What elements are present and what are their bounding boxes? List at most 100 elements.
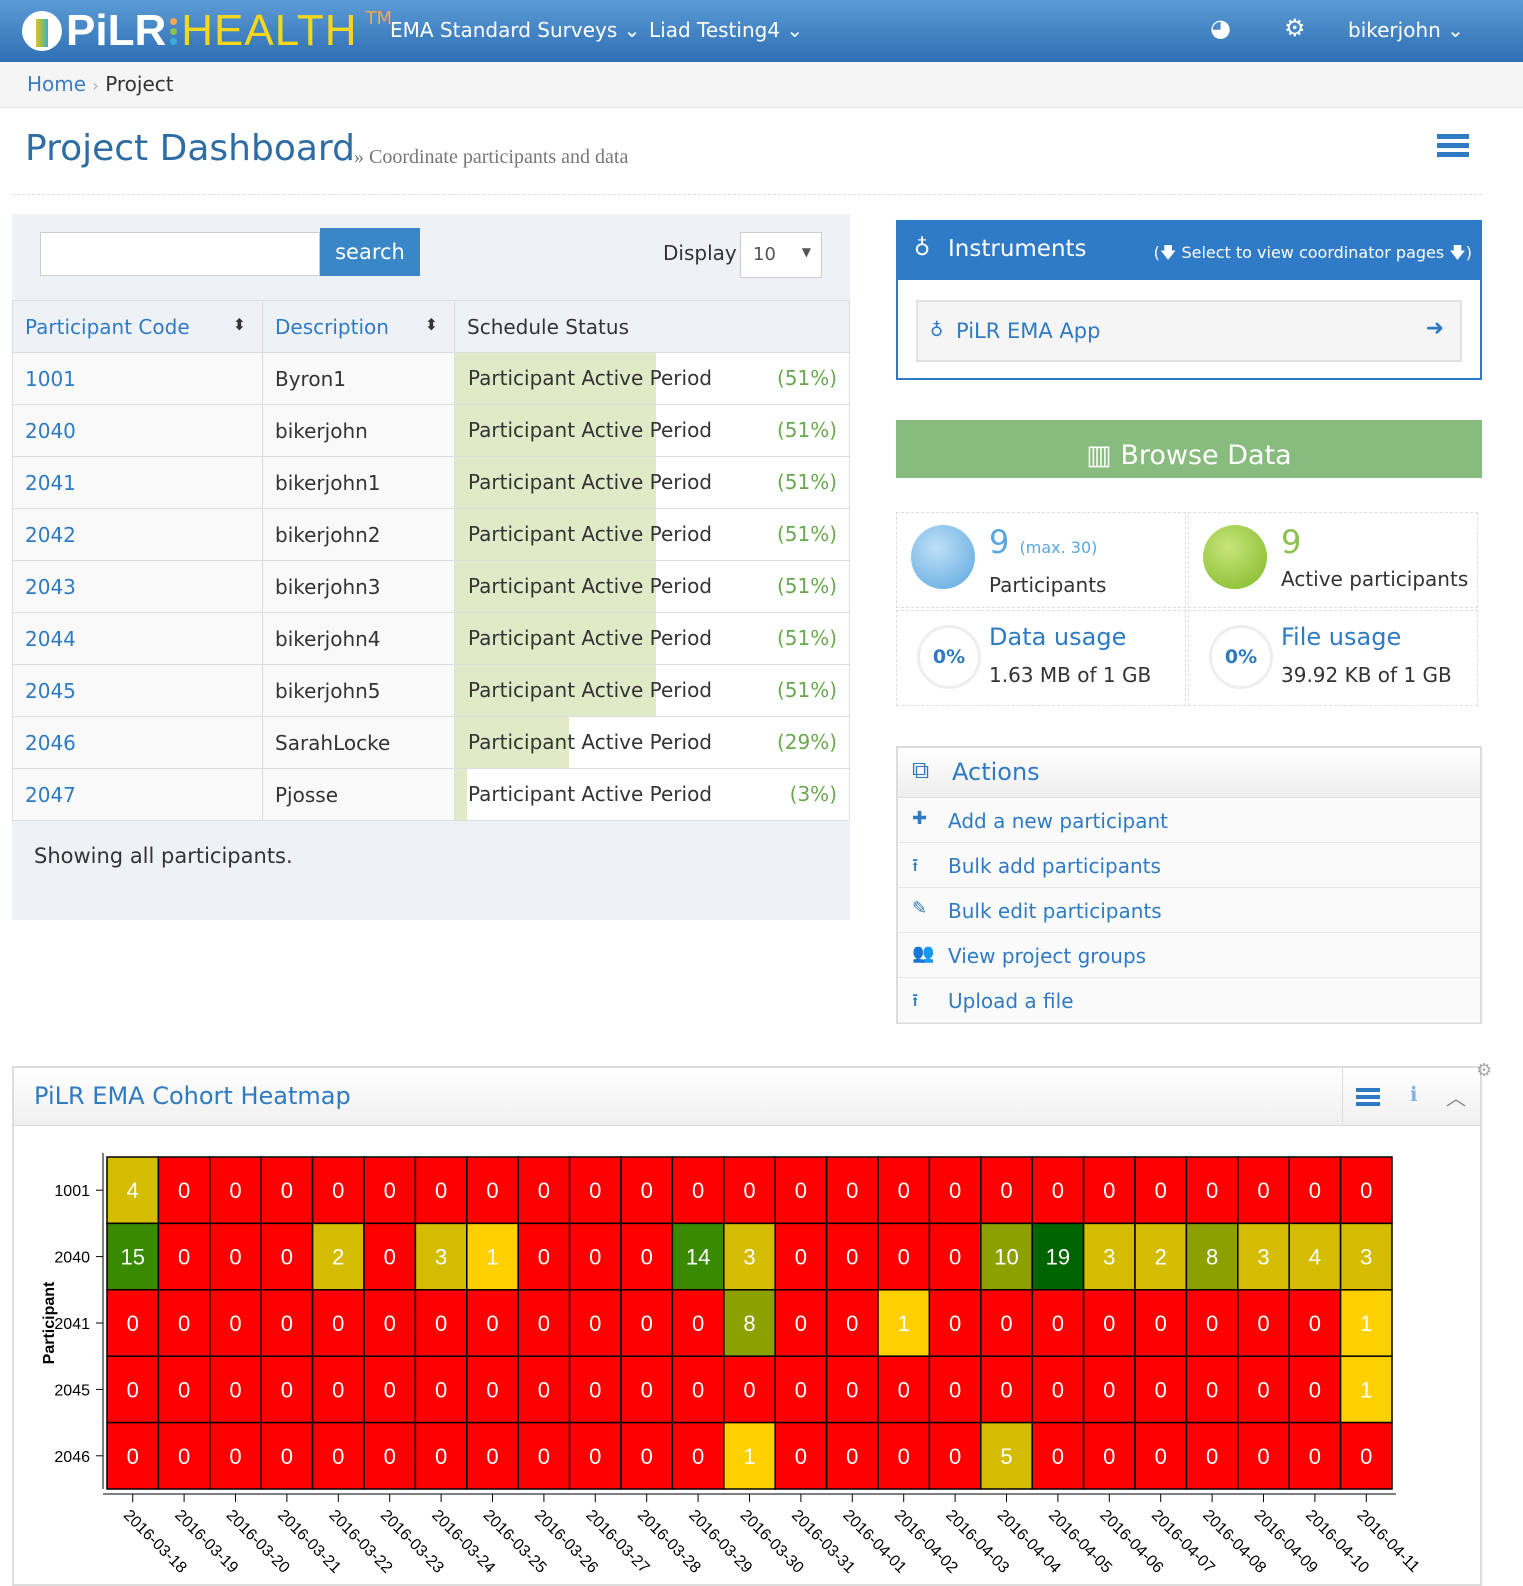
browse-data-button[interactable]: ▥ Browse Data: [896, 420, 1482, 478]
heatmap-cell-label: 0: [1103, 1377, 1115, 1402]
status-text: Participant Active Period: [468, 730, 713, 754]
heatmap-cell-label: 0: [949, 1377, 961, 1402]
participant-code[interactable]: 2041: [12, 456, 263, 509]
progress-bar: [455, 769, 467, 820]
table-row[interactable]: 1001 Byron1 Participant Active Period (51…: [12, 352, 850, 405]
heatmap-cell-label: 0: [641, 1311, 653, 1336]
participants-max: (max. 30): [1019, 538, 1098, 557]
participant-code[interactable]: 2044: [12, 612, 263, 665]
participants-label: Participants: [989, 573, 1107, 597]
heatmap-cell-label: 0: [1052, 1444, 1064, 1469]
header-participant-code[interactable]: Participant Code ⬍: [12, 300, 263, 353]
stethoscope-icon: ♁: [930, 320, 944, 341]
participant-code[interactable]: 2047: [12, 768, 263, 821]
search-input[interactable]: [40, 232, 320, 276]
schedule-status: Participant Active Period (51%): [454, 612, 850, 665]
instruments-panel: ♁ Instruments (🡇 Select to view coordina…: [896, 220, 1482, 380]
instrument-pilr-ema-app[interactable]: ♁ PiLR EMA App ➜: [916, 300, 1462, 362]
caret-down-icon: ▼: [801, 245, 811, 259]
table-row[interactable]: 2041 bikerjohn1 Participant Active Perio…: [12, 456, 850, 509]
heatmap-cell-label: 0: [486, 1311, 498, 1336]
heatmap-cell-label: 3: [1257, 1245, 1269, 1270]
breadcrumb-home[interactable]: Home: [27, 72, 86, 96]
heatmap-cell-label: 0: [743, 1377, 755, 1402]
status-percent: (51%): [776, 470, 837, 494]
action-label: Bulk add participants: [948, 854, 1161, 878]
heatmap-cell-label: 0: [1155, 1377, 1167, 1402]
heatmap-cell-label: 0: [795, 1245, 807, 1270]
list-menu-icon[interactable]: [1437, 134, 1469, 160]
heatmap-cell-label: 0: [1309, 1444, 1321, 1469]
page-title: Project Dashboard: [25, 128, 355, 169]
action-item[interactable]: 👥 View project groups: [898, 933, 1480, 978]
heatmap-cell-label: 0: [435, 1178, 447, 1203]
status-percent: (51%): [776, 366, 837, 390]
status-percent: (51%): [776, 418, 837, 442]
table-row[interactable]: 2043 bikerjohn3 Participant Active Perio…: [12, 560, 850, 613]
heatmap-cell-label: 0: [846, 1178, 858, 1203]
heatmap-panel: PiLR EMA Cohort Heatmap ℹ ︿ 4 0 0 0 0 0 0 0 0 0 0 0…: [12, 1066, 1482, 1586]
table-row[interactable]: 2045 bikerjohn5 Participant Active Perio…: [12, 664, 850, 717]
chevron-up-icon[interactable]: ︿: [1446, 1082, 1466, 1111]
heatmap-cell-label: 0: [692, 1377, 704, 1402]
dashboard-icon[interactable]: ◕: [1210, 14, 1231, 42]
top-nav: PiLR HEALTH TM EMA Standard Surveys ⌄ Li…: [0, 0, 1523, 62]
status-percent: (51%): [776, 574, 837, 598]
heatmap-cell-label: 0: [384, 1444, 396, 1469]
heatmap-cell-label: 0: [332, 1178, 344, 1203]
heatmap-cell-label: 0: [641, 1178, 653, 1203]
heatmap-cell-label: 0: [898, 1178, 910, 1203]
heatmap-cell-label: 0: [1206, 1377, 1218, 1402]
gear-icon[interactable]: ⚙: [1476, 1060, 1492, 1081]
pilr-health-logo[interactable]: PiLR HEALTH TM: [22, 6, 392, 55]
heatmap-cell-label: 0: [1000, 1377, 1012, 1402]
user-name: bikerjohn: [1348, 18, 1441, 42]
participant-code[interactable]: 1001: [12, 352, 263, 405]
display-label: Display: [663, 241, 737, 265]
action-item[interactable]: ✎ Bulk edit participants: [898, 888, 1480, 933]
participant-code[interactable]: 2040: [12, 404, 263, 457]
heatmap-cell-label: 8: [1206, 1245, 1218, 1270]
status-text: Participant Active Period: [468, 470, 713, 494]
heatmap-cell-label: 0: [949, 1245, 961, 1270]
action-item[interactable]: ⭱ Upload a file: [898, 978, 1480, 1023]
action-item[interactable]: ⭱ Bulk add participants: [898, 843, 1480, 888]
participant-code[interactable]: 2043: [12, 560, 263, 613]
status-percent: (51%): [776, 626, 837, 650]
data-usage-gauge: 0%: [917, 625, 981, 689]
participant-code[interactable]: 2046: [12, 716, 263, 769]
participant-description: Pjosse: [262, 768, 455, 821]
heatmap-cell-label: 0: [1103, 1178, 1115, 1203]
table-row[interactable]: 2042 bikerjohn2 Participant Active Perio…: [12, 508, 850, 561]
user-menu[interactable]: bikerjohn ⌄: [1348, 18, 1464, 42]
list-menu-icon[interactable]: [1356, 1088, 1380, 1106]
table-row[interactable]: 2047 Pjosse Participant Active Period (3%…: [12, 768, 850, 821]
heatmap-cell-label: 0: [1052, 1377, 1064, 1402]
menu-label: Liad Testing4: [649, 18, 781, 42]
table-row[interactable]: 2040 bikerjohn Participant Active Period…: [12, 404, 850, 457]
heatmap-cell-label: 3: [1103, 1245, 1115, 1270]
action-item[interactable]: ✚ Add a new participant: [898, 798, 1480, 843]
status-text: Participant Active Period: [468, 574, 713, 598]
heatmap-cell-label: 0: [795, 1178, 807, 1203]
participant-code[interactable]: 2042: [12, 508, 263, 561]
display-select[interactable]: 10 ▼: [740, 232, 822, 278]
search-button[interactable]: search: [320, 228, 420, 276]
cogs-icon[interactable]: ⚙: [1284, 14, 1306, 42]
heatmap-cell-label: 5: [1000, 1444, 1012, 1469]
users-icon: [911, 525, 975, 589]
participant-code[interactable]: 2045: [12, 664, 263, 717]
heatmap-cell-label: 0: [1155, 1178, 1167, 1203]
info-icon[interactable]: ℹ: [1410, 1082, 1418, 1106]
divider: [12, 194, 1482, 195]
table-row[interactable]: 2044 bikerjohn4 Participant Active Perio…: [12, 612, 850, 665]
bar-chart-icon: ▥: [1086, 439, 1112, 471]
schedule-status: Participant Active Period (51%): [454, 456, 850, 509]
heatmap-cell-label: 0: [898, 1245, 910, 1270]
header-description[interactable]: Description ⬍: [262, 300, 455, 353]
heatmap-cell-label: 0: [281, 1245, 293, 1270]
menu-liad-testing4[interactable]: Liad Testing4 ⌄: [649, 18, 803, 42]
table-row[interactable]: 2046 SarahLocke Participant Active Perio…: [12, 716, 850, 769]
heatmap-cell-label: 0: [641, 1245, 653, 1270]
menu-ema-standard-surveys[interactable]: EMA Standard Surveys ⌄: [390, 18, 640, 42]
